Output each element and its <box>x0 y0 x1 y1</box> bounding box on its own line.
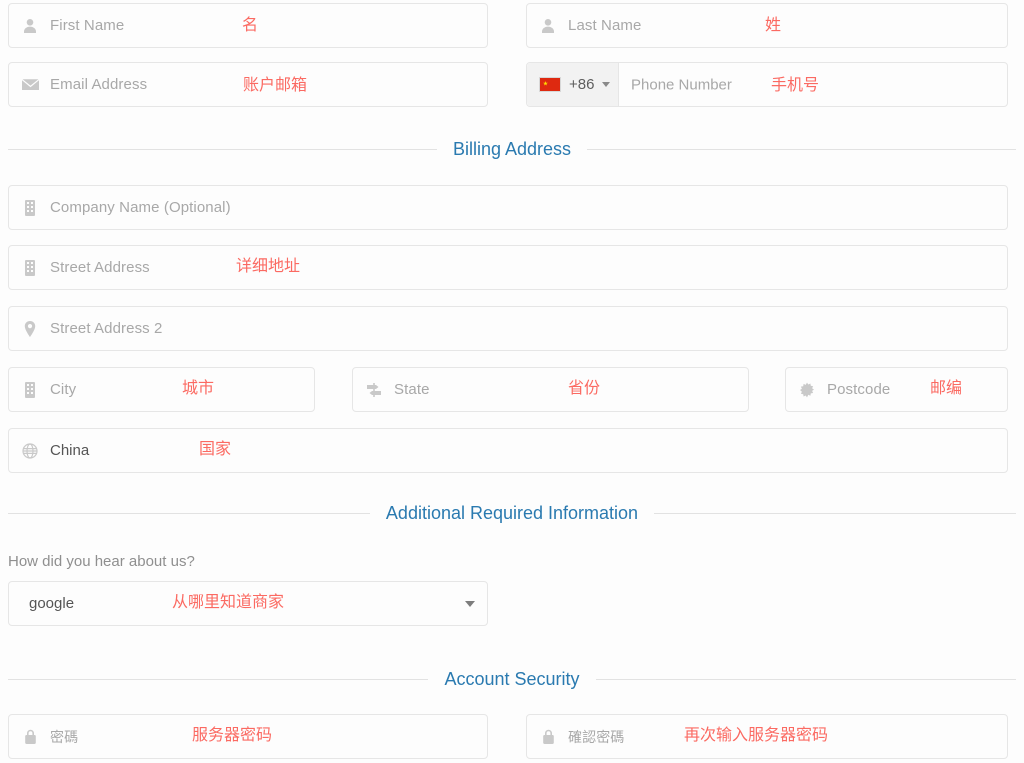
divider-rule-left <box>8 678 429 680</box>
email-placeholder: Email Address <box>50 76 148 93</box>
city-field[interactable]: City <box>8 367 315 412</box>
company-name-field[interactable]: Company Name (Optional) <box>8 185 1008 230</box>
lock-icon <box>539 728 557 746</box>
hear-about-us-annotation: 从哪里知道商家 <box>172 592 285 611</box>
country-field[interactable]: China <box>8 428 1008 473</box>
phone-country-code: +86 <box>569 76 595 93</box>
divider-rule-left <box>8 512 370 514</box>
city-placeholder: City <box>50 381 77 398</box>
last-name-placeholder: Last Name <box>568 17 642 34</box>
divider-rule-right <box>654 512 1016 514</box>
chevron-down-icon[interactable] <box>465 600 475 607</box>
user-icon <box>539 17 557 35</box>
hear-about-us-label: How did you hear about us? <box>8 553 195 570</box>
china-flag-icon <box>539 77 561 92</box>
first-name-annotation: 名 <box>242 15 259 34</box>
phone-annotation: 手机号 <box>771 75 820 94</box>
state-annotation: 省份 <box>568 378 601 397</box>
street-address-annotation: 详细地址 <box>236 256 301 275</box>
company-name-placeholder: Company Name (Optional) <box>50 199 231 216</box>
lock-icon <box>21 728 39 746</box>
state-placeholder: State <box>394 381 430 398</box>
city-annotation: 城市 <box>182 378 215 397</box>
user-icon <box>21 17 39 35</box>
building-icon <box>21 381 39 399</box>
phone-number-placeholder: Phone Number <box>631 76 732 93</box>
divider-rule-right <box>587 148 1017 150</box>
postcode-placeholder: Postcode <box>827 381 891 398</box>
building-icon <box>21 259 39 277</box>
additional-info-divider: Additional Required Information <box>8 503 1016 523</box>
divider-rule-left <box>8 148 437 150</box>
country-value: China <box>50 442 90 459</box>
globe-icon <box>21 442 39 460</box>
envelope-icon <box>21 76 39 94</box>
email-annotation: 账户邮箱 <box>243 75 308 94</box>
phone-country-selector[interactable]: +86 <box>527 63 619 106</box>
confirm-password-placeholder: 確認密碼 <box>568 728 625 745</box>
password-annotation: 服务器密码 <box>192 725 273 744</box>
map-pin-icon <box>21 320 39 338</box>
country-annotation: 国家 <box>199 439 232 458</box>
password-placeholder: 密碼 <box>50 728 79 745</box>
postcode-field[interactable]: Postcode <box>785 367 1008 412</box>
signup-form-page: First Name 名 Last Name 姓 Email Address 账… <box>0 0 1024 763</box>
chevron-down-icon <box>602 82 611 87</box>
account-security-divider: Account Security <box>8 669 1016 689</box>
starburst-icon <box>798 381 816 399</box>
additional-info-heading: Additional Required Information <box>385 502 639 523</box>
street-address-2-field[interactable]: Street Address 2 <box>8 306 1008 351</box>
divider-rule-right <box>595 678 1016 680</box>
last-name-annotation: 姓 <box>765 15 782 34</box>
phone-field[interactable]: +86 Phone Number <box>526 62 1008 107</box>
first-name-placeholder: First Name <box>50 17 125 34</box>
street-address-field[interactable]: Street Address <box>8 245 1008 290</box>
confirm-password-annotation: 再次输入服务器密码 <box>684 725 829 744</box>
hear-about-us-value: google <box>29 595 75 612</box>
signpost-icon <box>365 381 383 399</box>
billing-address-divider: Billing Address <box>8 138 1017 159</box>
street-address-2-placeholder: Street Address 2 <box>50 320 163 337</box>
postcode-annotation: 邮编 <box>930 378 963 397</box>
account-security-heading: Account Security <box>444 668 580 689</box>
street-address-placeholder: Street Address <box>50 259 150 276</box>
billing-address-heading: Billing Address <box>452 138 572 159</box>
state-field[interactable]: State <box>352 367 749 412</box>
building-icon <box>21 199 39 217</box>
